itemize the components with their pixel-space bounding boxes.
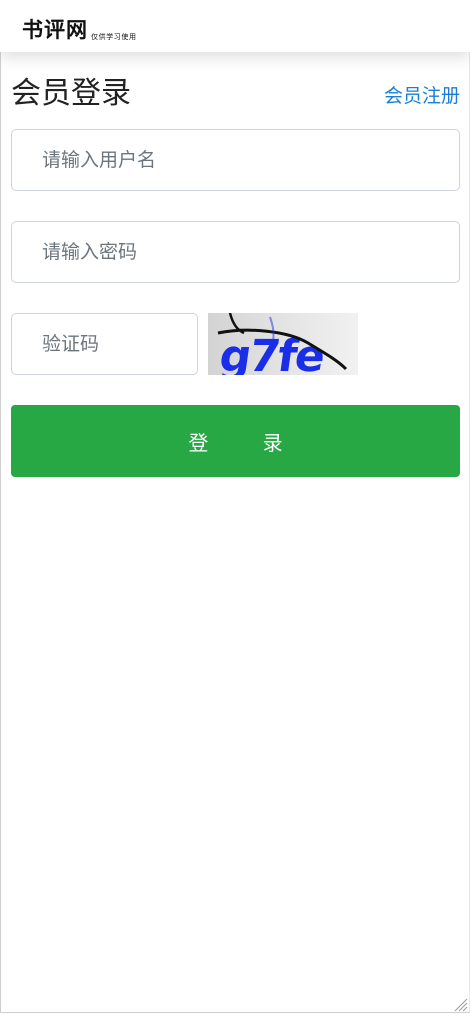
site-logo[interactable]: 书评网 <box>22 14 88 44</box>
site-header: 书评网 仅供学习使用 <box>0 0 470 52</box>
captcha-field[interactable] <box>11 313 198 375</box>
username-field[interactable] <box>11 129 460 191</box>
login-button[interactable]: 登 录 <box>11 405 460 477</box>
page-title: 会员登录 <box>11 76 131 111</box>
captcha-input[interactable] <box>12 314 197 374</box>
password-field[interactable] <box>11 221 460 283</box>
username-input[interactable] <box>12 130 459 190</box>
password-input[interactable] <box>12 222 459 282</box>
resize-grip-icon[interactable] <box>454 998 468 1012</box>
captcha-image[interactable]: g7fe <box>208 313 358 375</box>
captcha-text: g7fe <box>216 331 326 375</box>
register-link[interactable]: 会员注册 <box>384 83 460 109</box>
logo-subtitle: 仅供学习使用 <box>91 33 137 41</box>
